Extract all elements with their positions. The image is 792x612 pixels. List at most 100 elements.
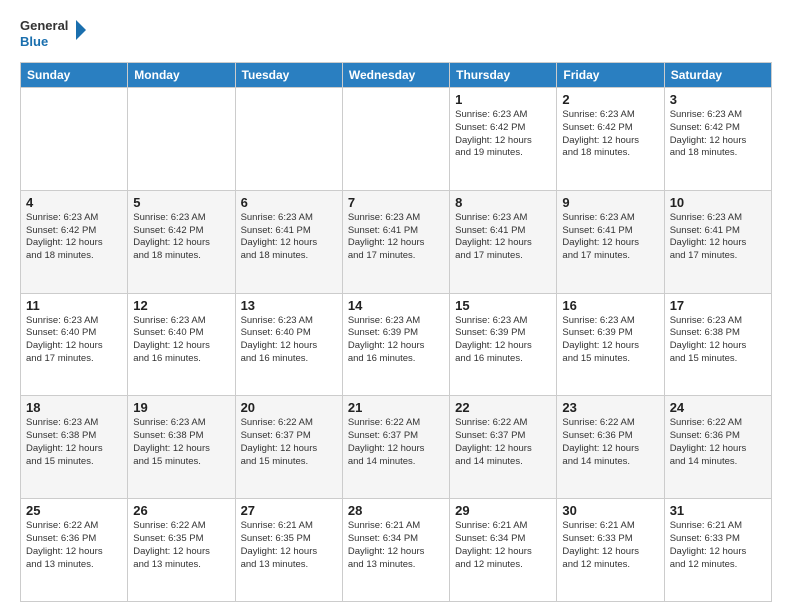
day-cell-1: 1 Sunrise: 6:23 AMSunset: 6:42 PMDaylight… xyxy=(450,88,557,191)
day-info: Sunrise: 6:23 AMSunset: 6:42 PMDaylight:… xyxy=(455,109,551,160)
day-info: Sunrise: 6:23 AMSunset: 6:41 PMDaylight:… xyxy=(348,212,444,263)
day-cell-29: 29 Sunrise: 6:21 AMSunset: 6:34 PMDayligh… xyxy=(450,499,557,602)
day-cell-20: 20 Sunrise: 6:22 AMSunset: 6:37 PMDayligh… xyxy=(235,396,342,499)
empty-cell xyxy=(342,88,449,191)
day-number: 22 xyxy=(455,400,551,415)
day-cell-22: 22Sunrise: 6:22 AMSunset: 6:37 PMDayligh… xyxy=(450,396,557,499)
day-cell-23: 23 Sunrise: 6:22 AMSunset: 6:36 PMDayligh… xyxy=(557,396,664,499)
day-cell-6: 6 Sunrise: 6:23 AMSunset: 6:41 PMDaylight… xyxy=(235,190,342,293)
day-number: 5 xyxy=(133,195,229,210)
day-cell-13: 13 Sunrise: 6:23 AMSunset: 6:40 PMDayligh… xyxy=(235,293,342,396)
page-header: General Blue xyxy=(20,16,772,52)
header-day-monday: Monday xyxy=(128,63,235,88)
day-cell-7: 7 Sunrise: 6:23 AMSunset: 6:41 PMDaylight… xyxy=(342,190,449,293)
day-cell-3: 3 Sunrise: 6:23 AMSunset: 6:42 PMDaylight… xyxy=(664,88,771,191)
day-info: Sunrise: 6:23 AMSunset: 6:40 PMDaylight:… xyxy=(26,315,122,366)
day-info: Sunrise: 6:23 AMSunset: 6:41 PMDaylight:… xyxy=(562,212,658,263)
header-day-tuesday: Tuesday xyxy=(235,63,342,88)
day-cell-10: 10 Sunrise: 6:23 AMSunset: 6:41 PMDayligh… xyxy=(664,190,771,293)
week-row-3: 11 Sunrise: 6:23 AMSunset: 6:40 PMDayligh… xyxy=(21,293,772,396)
day-info: Sunrise: 6:22 AMSunset: 6:35 PMDaylight:… xyxy=(133,520,229,571)
day-info: Sunrise: 6:21 AMSunset: 6:33 PMDaylight:… xyxy=(562,520,658,571)
header-day-sunday: Sunday xyxy=(21,63,128,88)
day-info: Sunrise: 6:23 AMSunset: 6:39 PMDaylight:… xyxy=(562,315,658,366)
empty-cell xyxy=(21,88,128,191)
day-info: Sunrise: 6:23 AMSunset: 6:40 PMDaylight:… xyxy=(241,315,337,366)
day-cell-14: 14Sunrise: 6:23 AMSunset: 6:39 PMDayligh… xyxy=(342,293,449,396)
svg-text:General: General xyxy=(20,18,68,33)
week-row-1: 1 Sunrise: 6:23 AMSunset: 6:42 PMDaylight… xyxy=(21,88,772,191)
day-cell-31: 31Sunrise: 6:21 AMSunset: 6:33 PMDayligh… xyxy=(664,499,771,602)
day-number: 7 xyxy=(348,195,444,210)
day-number: 6 xyxy=(241,195,337,210)
day-cell-26: 26 Sunrise: 6:22 AMSunset: 6:35 PMDayligh… xyxy=(128,499,235,602)
day-number: 12 xyxy=(133,298,229,313)
svg-text:Blue: Blue xyxy=(20,34,48,49)
header-day-thursday: Thursday xyxy=(450,63,557,88)
day-number: 24 xyxy=(670,400,766,415)
day-cell-24: 24 Sunrise: 6:22 AMSunset: 6:36 PMDayligh… xyxy=(664,396,771,499)
day-number: 15 xyxy=(455,298,551,313)
day-info: Sunrise: 6:22 AMSunset: 6:37 PMDaylight:… xyxy=(241,417,337,468)
day-cell-16: 16 Sunrise: 6:23 AMSunset: 6:39 PMDayligh… xyxy=(557,293,664,396)
day-cell-12: 12 Sunrise: 6:23 AMSunset: 6:40 PMDayligh… xyxy=(128,293,235,396)
day-info: Sunrise: 6:23 AMSunset: 6:40 PMDaylight:… xyxy=(133,315,229,366)
day-number: 17 xyxy=(670,298,766,313)
calendar-table: SundayMondayTuesdayWednesdayThursdayFrid… xyxy=(20,62,772,602)
day-info: Sunrise: 6:22 AMSunset: 6:37 PMDaylight:… xyxy=(348,417,444,468)
logo: General Blue xyxy=(20,16,90,52)
day-number: 20 xyxy=(241,400,337,415)
day-info: Sunrise: 6:23 AMSunset: 6:42 PMDaylight:… xyxy=(133,212,229,263)
day-number: 10 xyxy=(670,195,766,210)
day-info: Sunrise: 6:23 AMSunset: 6:38 PMDaylight:… xyxy=(133,417,229,468)
calendar-header-row: SundayMondayTuesdayWednesdayThursdayFrid… xyxy=(21,63,772,88)
week-row-5: 25Sunrise: 6:22 AMSunset: 6:36 PMDayligh… xyxy=(21,499,772,602)
day-cell-8: 8Sunrise: 6:23 AMSunset: 6:41 PMDaylight… xyxy=(450,190,557,293)
day-cell-30: 30Sunrise: 6:21 AMSunset: 6:33 PMDayligh… xyxy=(557,499,664,602)
day-info: Sunrise: 6:23 AMSunset: 6:42 PMDaylight:… xyxy=(670,109,766,160)
day-number: 29 xyxy=(455,503,551,518)
day-number: 28 xyxy=(348,503,444,518)
day-cell-17: 17Sunrise: 6:23 AMSunset: 6:38 PMDayligh… xyxy=(664,293,771,396)
day-number: 16 xyxy=(562,298,658,313)
day-info: Sunrise: 6:23 AMSunset: 6:42 PMDaylight:… xyxy=(26,212,122,263)
day-cell-18: 18Sunrise: 6:23 AMSunset: 6:38 PMDayligh… xyxy=(21,396,128,499)
day-cell-21: 21 Sunrise: 6:22 AMSunset: 6:37 PMDayligh… xyxy=(342,396,449,499)
day-number: 3 xyxy=(670,92,766,107)
day-number: 4 xyxy=(26,195,122,210)
header-day-friday: Friday xyxy=(557,63,664,88)
day-info: Sunrise: 6:23 AMSunset: 6:38 PMDaylight:… xyxy=(26,417,122,468)
day-number: 19 xyxy=(133,400,229,415)
day-number: 26 xyxy=(133,503,229,518)
day-info: Sunrise: 6:21 AMSunset: 6:35 PMDaylight:… xyxy=(241,520,337,571)
day-info: Sunrise: 6:23 AMSunset: 6:41 PMDaylight:… xyxy=(670,212,766,263)
day-info: Sunrise: 6:22 AMSunset: 6:36 PMDaylight:… xyxy=(562,417,658,468)
day-cell-11: 11 Sunrise: 6:23 AMSunset: 6:40 PMDayligh… xyxy=(21,293,128,396)
header-day-saturday: Saturday xyxy=(664,63,771,88)
day-number: 1 xyxy=(455,92,551,107)
week-row-2: 4 Sunrise: 6:23 AMSunset: 6:42 PMDaylight… xyxy=(21,190,772,293)
day-info: Sunrise: 6:22 AMSunset: 6:36 PMDaylight:… xyxy=(670,417,766,468)
day-info: Sunrise: 6:21 AMSunset: 6:34 PMDaylight:… xyxy=(455,520,551,571)
day-number: 11 xyxy=(26,298,122,313)
day-number: 9 xyxy=(562,195,658,210)
day-info: Sunrise: 6:21 AMSunset: 6:34 PMDaylight:… xyxy=(348,520,444,571)
day-cell-25: 25Sunrise: 6:22 AMSunset: 6:36 PMDayligh… xyxy=(21,499,128,602)
day-number: 23 xyxy=(562,400,658,415)
calendar-body: 1 Sunrise: 6:23 AMSunset: 6:42 PMDaylight… xyxy=(21,88,772,602)
day-number: 13 xyxy=(241,298,337,313)
day-number: 25 xyxy=(26,503,122,518)
day-cell-5: 5 Sunrise: 6:23 AMSunset: 6:42 PMDaylight… xyxy=(128,190,235,293)
day-number: 8 xyxy=(455,195,551,210)
day-info: Sunrise: 6:23 AMSunset: 6:41 PMDaylight:… xyxy=(241,212,337,263)
empty-cell xyxy=(128,88,235,191)
day-cell-9: 9 Sunrise: 6:23 AMSunset: 6:41 PMDaylight… xyxy=(557,190,664,293)
header-day-wednesday: Wednesday xyxy=(342,63,449,88)
empty-cell xyxy=(235,88,342,191)
day-info: Sunrise: 6:21 AMSunset: 6:33 PMDaylight:… xyxy=(670,520,766,571)
day-info: Sunrise: 6:23 AMSunset: 6:39 PMDaylight:… xyxy=(348,315,444,366)
logo-svg: General Blue xyxy=(20,16,90,52)
day-number: 21 xyxy=(348,400,444,415)
day-cell-28: 28 Sunrise: 6:21 AMSunset: 6:34 PMDayligh… xyxy=(342,499,449,602)
day-info: Sunrise: 6:23 AMSunset: 6:39 PMDaylight:… xyxy=(455,315,551,366)
